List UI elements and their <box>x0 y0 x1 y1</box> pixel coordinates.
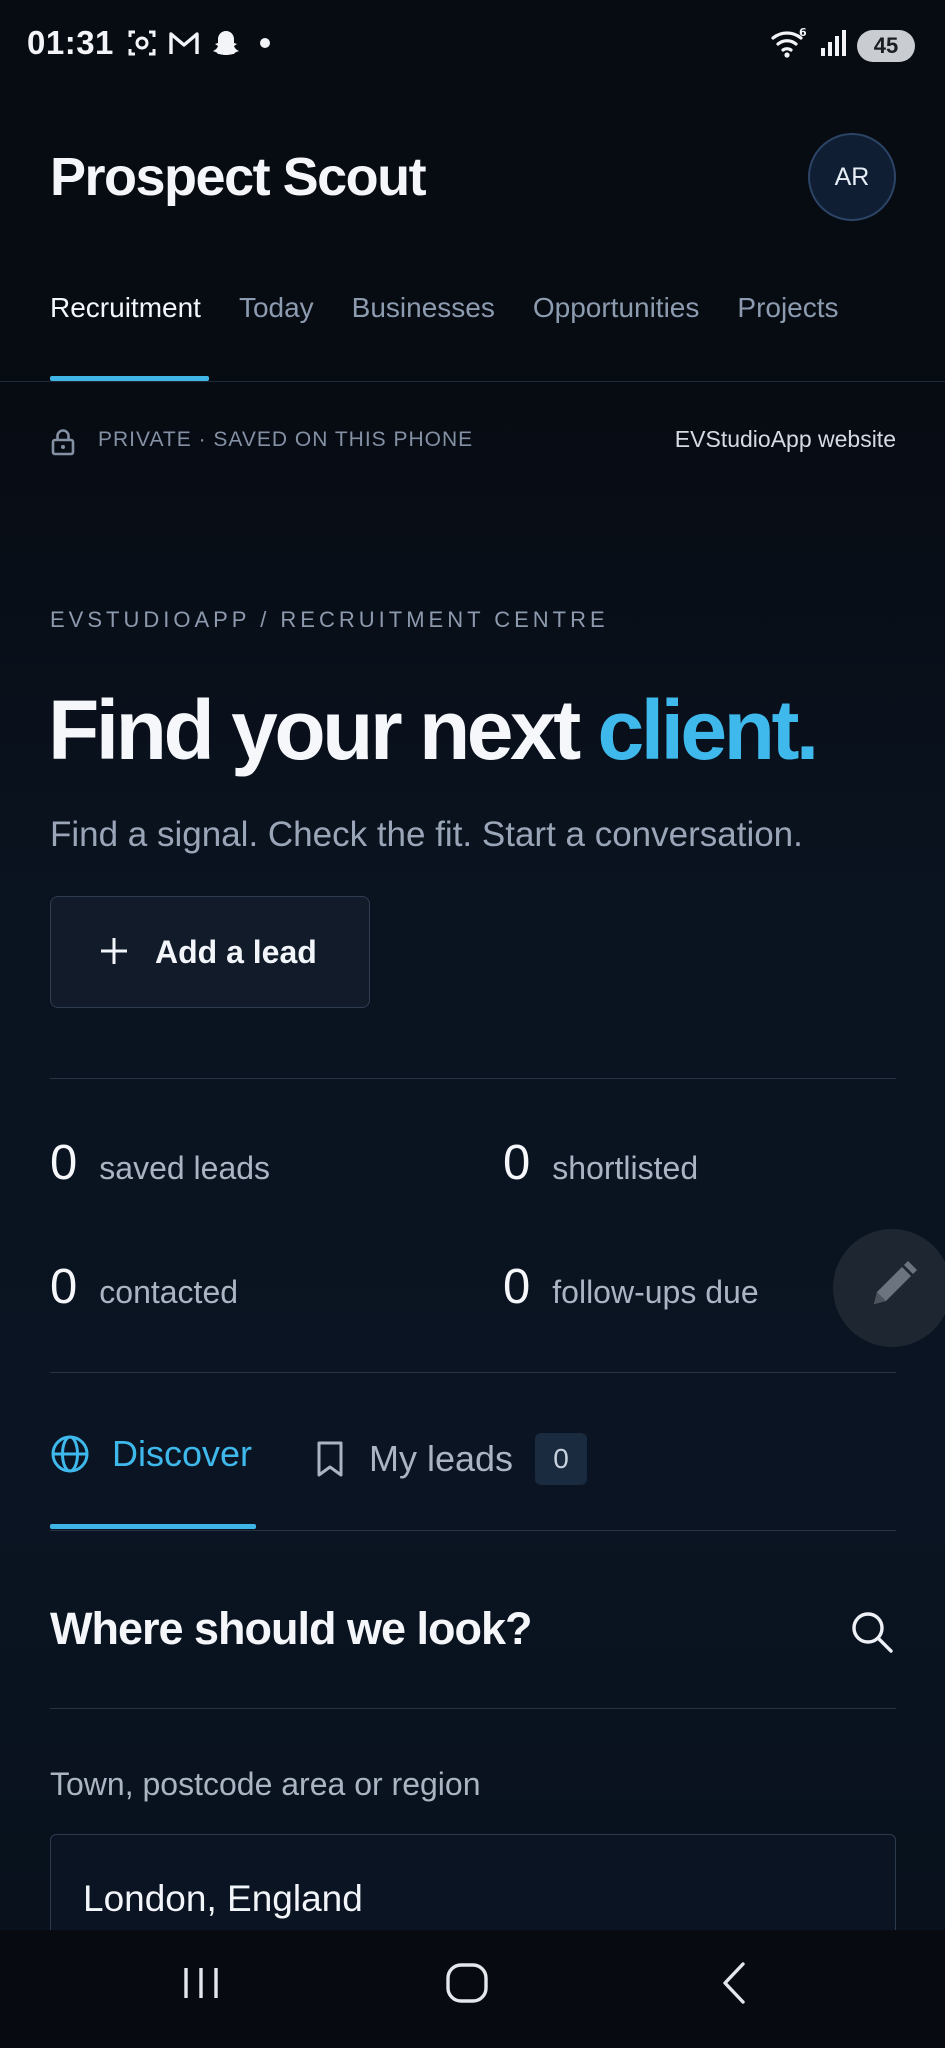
edit-fab-button[interactable] <box>833 1229 945 1347</box>
pencil-icon <box>864 1258 920 1319</box>
page-subtitle: Find a signal. Check the fit. Start a co… <box>50 815 803 854</box>
add-lead-button[interactable]: Add a lead <box>50 896 370 1008</box>
stat-label: saved leads <box>99 1150 271 1186</box>
section-title: Where should we look? <box>50 1603 533 1654</box>
website-link[interactable]: EVStudioApp website <box>675 426 896 453</box>
add-lead-label: Add a lead <box>155 933 317 970</box>
plus-icon <box>99 930 129 974</box>
tab-discover-label: Discover <box>112 1433 253 1474</box>
my-leads-count-badge: 0 <box>535 1433 588 1485</box>
globe-icon <box>50 1434 90 1474</box>
app-title: Prospect Scout <box>50 147 427 207</box>
tab-discover[interactable]: Discover <box>50 1433 252 1475</box>
stats-divider-bottom <box>50 1372 896 1373</box>
notification-dot <box>260 38 270 48</box>
status-system-icons: 6 45 <box>769 26 915 65</box>
segment-divider <box>50 1530 896 1531</box>
breadcrumb: EVSTUDIOAPP / RECRUITMENT CENTRE <box>50 607 609 632</box>
status-time: 01:31 <box>27 24 114 61</box>
bookmark-icon <box>313 1440 347 1478</box>
top-tabs: Recruitment Today Businesses Opportuniti… <box>50 292 839 324</box>
battery-indicator: 45 <box>857 29 915 62</box>
app-screen: 01:31 6 45 Prospect Scout AR Recruitment… <box>0 0 945 2048</box>
status-notification-icons <box>126 27 270 59</box>
stat-value: 0 <box>50 1260 78 1314</box>
header-divider <box>0 381 945 382</box>
stat-contacted: 0 contacted <box>50 1259 238 1315</box>
home-button[interactable] <box>444 1960 490 2011</box>
active-segment-indicator <box>50 1524 256 1529</box>
screenshot-icon <box>126 27 158 59</box>
privacy-label: PRIVATE · SAVED ON THIS PHONE <box>98 428 474 451</box>
recents-button[interactable] <box>178 1960 224 2011</box>
system-nav-bar <box>0 1930 945 2048</box>
page-title: Find your next client. <box>48 682 820 779</box>
stat-value: 0 <box>503 1260 531 1314</box>
location-field-label: Town, postcode area or region <box>50 1766 481 1802</box>
stats-divider-top <box>50 1078 896 1079</box>
page-title-accent: client. <box>597 683 820 777</box>
page-title-main: Find your next <box>48 683 598 777</box>
tab-my-leads-label: My leads <box>369 1438 514 1479</box>
section-divider <box>50 1708 896 1709</box>
stat-follow-ups-due: 0 follow-ups due <box>503 1259 759 1315</box>
back-button[interactable] <box>712 1960 758 2011</box>
avatar[interactable]: AR <box>808 133 896 221</box>
stat-value: 0 <box>503 1136 531 1190</box>
stat-value: 0 <box>50 1136 78 1190</box>
lock-icon <box>50 428 76 461</box>
tab-recruitment[interactable]: Recruitment <box>50 292 201 324</box>
stat-label: follow-ups due <box>552 1274 759 1310</box>
tab-projects[interactable]: Projects <box>737 292 838 324</box>
wifi-6-icon: 6 <box>769 26 809 65</box>
app-header: Prospect Scout AR Recruitment Today Busi… <box>0 92 945 382</box>
privacy-row: PRIVATE · SAVED ON THIS PHONE EVStudioAp… <box>50 424 896 458</box>
tab-today[interactable]: Today <box>239 292 314 324</box>
search-icon[interactable] <box>849 1609 895 1660</box>
signal-icon <box>819 28 847 63</box>
status-bar: 01:31 6 45 <box>0 0 945 92</box>
tab-opportunities[interactable]: Opportunities <box>533 292 700 324</box>
stat-label: contacted <box>99 1274 239 1310</box>
stat-saved-leads: 0 saved leads <box>50 1135 270 1191</box>
snapchat-icon <box>210 27 242 59</box>
svg-text:6: 6 <box>799 26 807 39</box>
gmail-icon <box>168 27 200 59</box>
tab-businesses[interactable]: Businesses <box>352 292 495 324</box>
tab-my-leads[interactable]: My leads 0 <box>313 1433 588 1485</box>
stat-shortlisted: 0 shortlisted <box>503 1135 698 1191</box>
stat-label: shortlisted <box>552 1150 699 1186</box>
